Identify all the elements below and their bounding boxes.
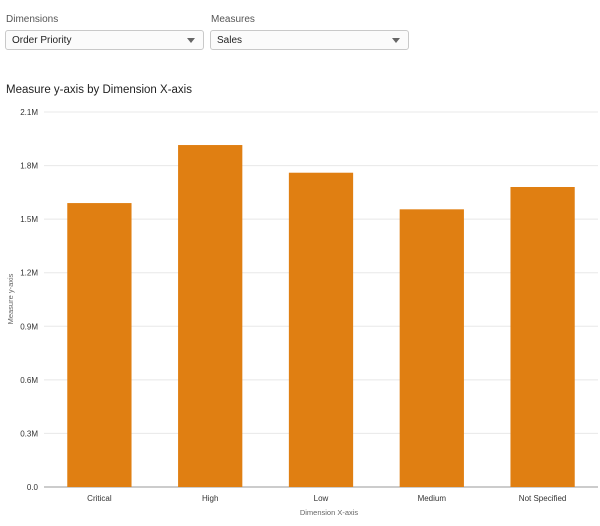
bar-low[interactable] (288, 172, 354, 487)
y-tick-label: 0.3M (20, 429, 38, 438)
y-tick-label: 1.2M (20, 269, 38, 278)
x-axis-title: Dimension X-axis (300, 508, 359, 517)
bar-not-specified[interactable] (510, 187, 575, 487)
y-tick-label: 1.5M (20, 215, 38, 224)
x-tick-label: High (202, 494, 218, 503)
y-tick-label: 0.6M (20, 376, 38, 385)
bar-high[interactable] (178, 145, 243, 488)
y-tick-label: 0.0 (27, 483, 39, 492)
y-tick-label: 0.9M (20, 322, 38, 331)
bar-chart: 0.0 0.3M 0.6M 0.9M 1.2M 1.5M 1.8M 2.1M Critical H… (6, 108, 598, 517)
bar-critical[interactable] (67, 203, 132, 488)
y-tick-label: 1.8M (20, 162, 38, 171)
y-axis-title: Measure y-axis (6, 273, 15, 324)
bar-medium[interactable] (399, 209, 464, 488)
x-tick-label: Low (314, 494, 329, 503)
y-tick-label: 2.1M (20, 108, 38, 117)
x-tick-label: Medium (418, 494, 447, 503)
x-tick-label: Critical (87, 494, 112, 503)
x-tick-label: Not Specified (519, 494, 567, 503)
